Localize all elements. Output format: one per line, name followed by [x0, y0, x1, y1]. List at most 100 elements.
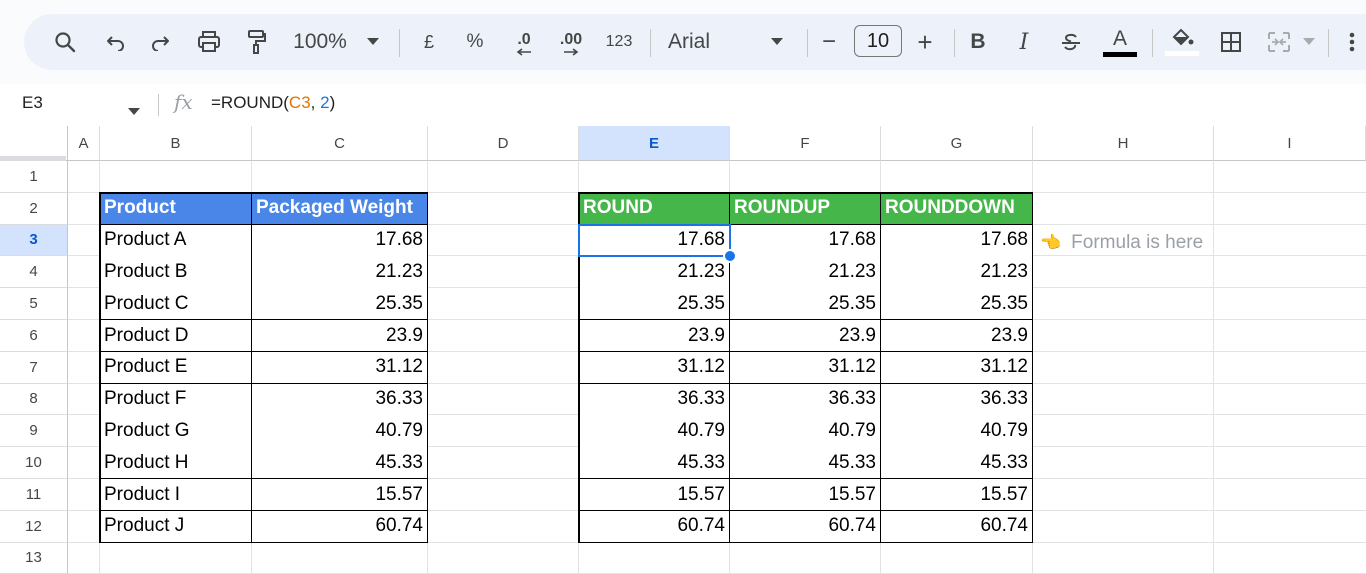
row-header-5[interactable]: 5 [0, 288, 68, 320]
result-cell[interactable]: 36.33 [881, 383, 1033, 416]
chevron-down-icon[interactable] [128, 102, 140, 120]
weight-cell[interactable]: 21.23 [252, 256, 428, 289]
row-header-3[interactable]: 3 [0, 224, 68, 257]
result-cell[interactable]: 21.23 [579, 256, 730, 289]
column-header-g[interactable]: G [881, 126, 1033, 161]
weight-cell[interactable]: 17.68 [252, 224, 428, 257]
result-cell[interactable]: 40.79 [579, 415, 730, 448]
product-cell[interactable]: Product D [100, 320, 252, 353]
decrease-font-size-button[interactable]: − [818, 14, 840, 70]
column-header-e[interactable]: E [579, 126, 730, 161]
result-cell[interactable]: 31.12 [579, 351, 730, 385]
weight-cell[interactable]: 40.79 [252, 415, 428, 448]
product-cell[interactable]: Product F [100, 383, 252, 416]
result-cell[interactable]: 17.68 [881, 224, 1033, 257]
product-cell[interactable]: Product E [100, 351, 252, 385]
result-cell[interactable]: 36.33 [579, 383, 730, 416]
chevron-down-icon[interactable] [768, 14, 786, 70]
increase-font-size-button[interactable]: + [912, 14, 938, 70]
result-cell[interactable]: 15.57 [730, 479, 881, 512]
result-cell[interactable]: 45.33 [730, 447, 881, 480]
table-header-cell[interactable]: ROUNDDOWN [881, 192, 1033, 226]
paint-format-icon[interactable] [242, 14, 270, 70]
product-cell[interactable]: Product C [100, 288, 252, 321]
row-header-11[interactable]: 11 [0, 479, 68, 511]
table-header-cell[interactable]: Packaged Weight [252, 192, 428, 226]
result-cell[interactable]: 21.23 [730, 256, 881, 289]
search-icon[interactable] [50, 14, 80, 70]
column-header-d[interactable]: D [428, 126, 579, 161]
currency-button[interactable]: £ [417, 14, 441, 70]
font-select[interactable]: Arial [668, 14, 718, 70]
result-cell[interactable]: 25.35 [730, 288, 881, 321]
column-header-i[interactable]: I [1214, 126, 1366, 161]
result-cell[interactable]: 25.35 [881, 288, 1033, 321]
result-cell[interactable]: 60.74 [730, 510, 881, 544]
result-cell[interactable]: 23.9 [730, 320, 881, 353]
chevron-down-icon[interactable] [364, 14, 382, 70]
result-cell[interactable]: 36.33 [730, 383, 881, 416]
result-cell[interactable]: 31.12 [730, 351, 881, 385]
font-size-input[interactable]: 10 [854, 25, 902, 57]
row-header-4[interactable]: 4 [0, 256, 68, 289]
row-header-13[interactable]: 13 [0, 542, 68, 574]
column-header-b[interactable]: B [100, 126, 252, 161]
result-cell[interactable]: 60.74 [579, 510, 730, 544]
product-cell[interactable]: Product G [100, 415, 252, 448]
result-cell[interactable]: 45.33 [579, 447, 730, 480]
chevron-down-icon[interactable] [1300, 14, 1318, 70]
result-cell[interactable]: 25.35 [579, 288, 730, 321]
weight-cell[interactable]: 23.9 [252, 320, 428, 353]
result-cell[interactable]: 45.33 [881, 447, 1033, 480]
merge-cells-icon[interactable] [1264, 14, 1294, 70]
row-header-7[interactable]: 7 [0, 351, 68, 384]
number-format-button[interactable]: 123 [602, 14, 636, 70]
undo-icon[interactable] [102, 14, 130, 70]
strikethrough-icon[interactable] [1058, 14, 1084, 70]
result-cell[interactable]: 31.12 [881, 351, 1033, 385]
italic-button[interactable]: I [1012, 14, 1036, 70]
product-cell[interactable]: Product H [100, 447, 252, 480]
result-cell[interactable]: 60.74 [881, 510, 1033, 544]
table-header-cell[interactable]: Product [100, 192, 252, 226]
decrease-decimal-button[interactable]: .0 [506, 14, 542, 70]
result-cell[interactable]: 40.79 [881, 415, 1033, 448]
table-header-cell[interactable]: ROUNDUP [730, 192, 881, 226]
percent-button[interactable]: % [462, 14, 488, 70]
fill-color-icon[interactable] [1164, 14, 1200, 70]
row-header-8[interactable]: 8 [0, 383, 68, 416]
weight-cell[interactable]: 25.35 [252, 288, 428, 321]
result-cell[interactable]: 15.57 [579, 479, 730, 512]
zoom-select[interactable]: 100% [290, 14, 350, 70]
weight-cell[interactable]: 60.74 [252, 510, 428, 544]
weight-cell[interactable]: 45.33 [252, 447, 428, 480]
increase-decimal-button[interactable]: .00 [551, 14, 591, 70]
result-cell[interactable]: 23.9 [881, 320, 1033, 353]
weight-cell[interactable]: 31.12 [252, 351, 428, 385]
select-all-corner[interactable] [0, 126, 68, 161]
row-header-1[interactable]: 1 [0, 161, 68, 193]
row-header-9[interactable]: 9 [0, 415, 68, 448]
product-cell[interactable]: Product I [100, 479, 252, 512]
result-cell[interactable]: 17.68 [730, 224, 881, 257]
weight-cell[interactable]: 15.57 [252, 479, 428, 512]
row-header-10[interactable]: 10 [0, 447, 68, 479]
redo-icon[interactable] [146, 14, 174, 70]
row-header-6[interactable]: 6 [0, 320, 68, 352]
borders-icon[interactable] [1216, 14, 1246, 70]
product-cell[interactable]: Product B [100, 256, 252, 289]
formula-input[interactable]: =ROUND(C3, 2) [211, 93, 335, 113]
result-cell[interactable]: 21.23 [881, 256, 1033, 289]
result-cell[interactable]: 40.79 [730, 415, 881, 448]
row-header-2[interactable]: 2 [0, 192, 68, 225]
name-box[interactable]: E3 [22, 93, 43, 113]
column-header-a[interactable]: A [68, 126, 100, 161]
result-cell[interactable]: 15.57 [881, 479, 1033, 512]
weight-cell[interactable]: 36.33 [252, 383, 428, 416]
result-cell[interactable]: 23.9 [579, 320, 730, 353]
column-header-c[interactable]: C [252, 126, 428, 161]
column-header-h[interactable]: H [1033, 126, 1214, 161]
table-header-cell[interactable]: ROUND [579, 192, 730, 226]
print-icon[interactable] [194, 14, 224, 70]
spreadsheet-grid[interactable]: A B C D E F G H I 1 2 3 4 5 6 7 8 9 10 11 12 13 Product Package… [0, 126, 1366, 574]
